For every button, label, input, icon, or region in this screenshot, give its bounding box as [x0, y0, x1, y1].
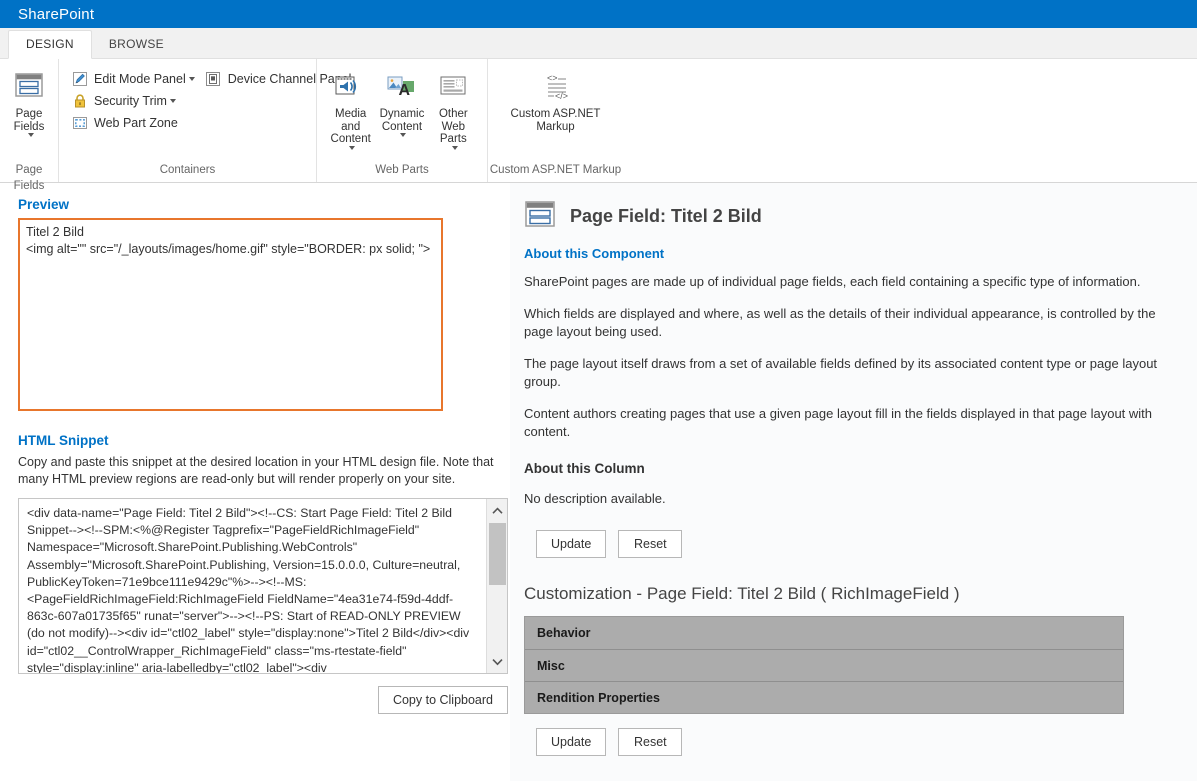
- html-snippet-textarea-wrapper: <div data-name="Page Field: Titel 2 Bild…: [18, 498, 508, 674]
- device-channel-panel-icon: [205, 71, 222, 88]
- security-trim-button[interactable]: Security Trim: [67, 90, 201, 112]
- accordion-section-behavior[interactable]: Behavior: [525, 617, 1123, 649]
- customization-update-button[interactable]: Update: [536, 728, 607, 756]
- scroll-down-icon[interactable]: [487, 652, 508, 671]
- customization-title: Customization - Page Field: Titel 2 Bild…: [524, 584, 960, 603]
- edit-mode-panel-icon: [71, 71, 88, 88]
- reset-button[interactable]: Reset: [618, 530, 683, 558]
- right-pane: Page Field: Titel 2 Bild About this Comp…: [510, 183, 1197, 781]
- customization-button-row: Update Reset: [536, 728, 1197, 756]
- svg-text:</>: </>: [555, 91, 568, 101]
- chevron-down-icon[interactable]: [349, 145, 356, 150]
- preview-line-2: <img alt="" src="/_layouts/images/home.g…: [26, 242, 431, 256]
- ribbon-group-label-page-fields: Page Fields: [13, 164, 45, 192]
- about-column-heading: About this Column: [524, 461, 645, 476]
- html-snippet-description: Copy and paste this snippet at the desir…: [18, 455, 494, 486]
- page-fields-icon: [12, 69, 46, 105]
- ribbon: Page Fields Page Fields Edit Mode Panel: [0, 59, 1197, 192]
- media-and-content-icon: [333, 69, 369, 105]
- other-web-parts-button[interactable]: Other Web Parts: [428, 65, 479, 151]
- containers-column-1: Edit Mode Panel Security Trim Web Part Z…: [67, 65, 201, 134]
- custom-aspnet-markup-button[interactable]: <> </> Custom ASP.NET Markup: [499, 65, 613, 133]
- about-paragraph-1: SharePoint pages are made up of individu…: [524, 274, 1141, 289]
- component-button-row: Update Reset: [536, 530, 1197, 558]
- dynamic-content-icon: A: [384, 69, 420, 105]
- suite-bar: SharePoint: [0, 0, 1197, 28]
- tab-browse[interactable]: BROWSE: [92, 31, 181, 58]
- web-part-zone-label: Web Part Zone: [94, 116, 178, 130]
- chevron-down-icon[interactable]: [451, 145, 458, 150]
- chevron-down-icon[interactable]: [169, 98, 176, 103]
- main-content: Preview Titel 2 Bild <img alt="" src="/_…: [0, 183, 1197, 781]
- accordion-section-rendition-properties[interactable]: Rendition Properties: [525, 681, 1123, 713]
- custom-aspnet-markup-icon: <> </>: [536, 69, 576, 105]
- security-trim-label: Security Trim: [94, 94, 167, 108]
- other-web-parts-label: Other Web Parts: [438, 108, 468, 145]
- chevron-down-icon[interactable]: [27, 133, 34, 137]
- web-part-zone-icon: [71, 115, 88, 132]
- update-button[interactable]: Update: [536, 530, 607, 558]
- dynamic-content-label: Dynamic Content: [379, 108, 425, 133]
- about-column-text: No description available.: [524, 491, 666, 506]
- page-fields-button[interactable]: Page Fields: [8, 65, 50, 138]
- ribbon-group-web-parts: Media and Content A Dynamic Content Othe…: [316, 59, 487, 182]
- ribbon-group-label-containers: Containers: [159, 164, 216, 176]
- other-web-parts-icon: [435, 69, 471, 105]
- html-snippet-heading: HTML Snippet: [18, 433, 109, 448]
- ribbon-group-containers: Edit Mode Panel Security Trim Web Part Z…: [58, 59, 351, 182]
- custom-aspnet-markup-label: Custom ASP.NET Markup: [510, 108, 601, 133]
- about-component-heading: About this Component: [524, 246, 665, 261]
- snippet-scrollbar[interactable]: [486, 499, 507, 673]
- suite-title: SharePoint: [18, 5, 95, 23]
- edit-mode-panel-label: Edit Mode Panel: [94, 72, 186, 86]
- preview-heading: Preview: [18, 197, 70, 212]
- chevron-down-icon[interactable]: [188, 76, 195, 81]
- chevron-down-icon[interactable]: [400, 133, 407, 137]
- tab-design[interactable]: DESIGN: [8, 30, 92, 59]
- page-field-icon: [524, 201, 556, 232]
- component-header: Page Field: Titel 2 Bild: [524, 201, 1197, 232]
- about-paragraph-3: The page layout itself draws from a set …: [524, 356, 1158, 389]
- web-part-zone-button[interactable]: Web Part Zone: [67, 112, 201, 134]
- preview-line-1: Titel 2 Bild: [26, 225, 84, 239]
- copy-to-clipboard-button[interactable]: Copy to Clipboard: [377, 686, 508, 714]
- scrollbar-thumb[interactable]: [489, 523, 506, 585]
- about-paragraph-4: Content authors creating pages that use …: [524, 406, 1153, 439]
- media-and-content-label: Media and Content: [330, 108, 371, 145]
- ribbon-group-label-web-parts: Web Parts: [375, 164, 429, 176]
- left-pane: Preview Titel 2 Bild <img alt="" src="/_…: [0, 183, 510, 781]
- media-and-content-button[interactable]: Media and Content: [325, 65, 376, 151]
- html-snippet-code[interactable]: <div data-name="Page Field: Titel 2 Bild…: [19, 499, 485, 673]
- ribbon-group-label-custom-aspnet-markup: Custom ASP.NET Markup: [489, 164, 622, 176]
- ribbon-tabstrip: DESIGN BROWSE: [0, 28, 1197, 59]
- copy-button-row: Copy to Clipboard: [18, 686, 508, 714]
- edit-mode-panel-button[interactable]: Edit Mode Panel: [67, 68, 201, 90]
- ribbon-group-page-fields: Page Fields Page Fields: [0, 59, 58, 192]
- svg-text:A: A: [398, 82, 410, 99]
- page-title: Page Field: Titel 2 Bild: [570, 206, 762, 226]
- dynamic-content-button[interactable]: A Dynamic Content: [376, 65, 427, 138]
- accordion-section-misc[interactable]: Misc: [525, 649, 1123, 681]
- about-paragraph-2: Which fields are displayed and where, as…: [524, 306, 1156, 339]
- ribbon-group-custom-aspnet-markup: <> </> Custom ASP.NET Markup Custom ASP.…: [487, 59, 623, 182]
- scroll-up-icon[interactable]: [487, 501, 508, 520]
- customization-accordion: Behavior Misc Rendition Properties: [524, 616, 1124, 714]
- svg-text:<>: <>: [547, 73, 558, 83]
- page-fields-button-label: Page Fields: [13, 108, 45, 133]
- customization-reset-button[interactable]: Reset: [618, 728, 683, 756]
- security-trim-icon: [71, 93, 88, 110]
- preview-box: Titel 2 Bild <img alt="" src="/_layouts/…: [18, 218, 443, 411]
